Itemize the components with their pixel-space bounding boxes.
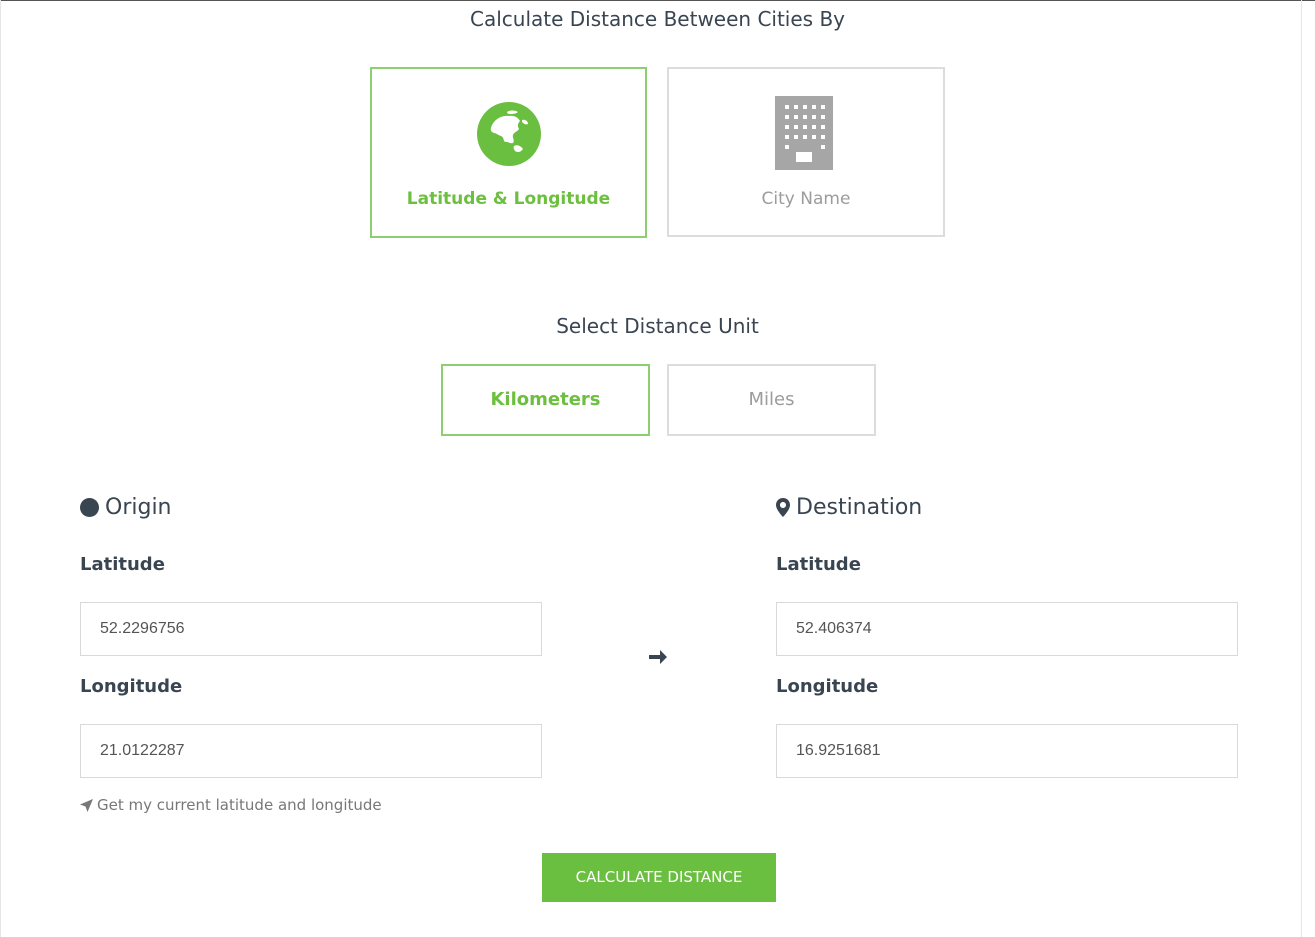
circle-icon: [80, 498, 99, 517]
origin-latitude-input[interactable]: 52.2296756: [80, 602, 542, 656]
origin-latitude-label: Latitude: [80, 554, 165, 575]
get-current-location-label: Get my current latitude and longitude: [97, 796, 382, 814]
get-current-location-link[interactable]: Get my current latitude and longitude: [80, 796, 382, 814]
method-latitude-longitude-card[interactable]: Latitude & Longitude: [370, 67, 647, 238]
window-top-border: [0, 0, 1315, 1]
destination-heading: Destination: [776, 495, 922, 520]
unit-miles-button[interactable]: Miles: [667, 364, 876, 436]
arrow-right-icon: [649, 650, 667, 664]
destination-latitude-input[interactable]: 52.406374: [776, 602, 1238, 656]
method-city-name-label: City Name: [761, 189, 851, 209]
location-arrow-icon: [80, 798, 93, 812]
method-latitude-longitude-label: Latitude & Longitude: [406, 189, 611, 209]
origin-longitude-label: Longitude: [80, 676, 183, 697]
destination-heading-label: Destination: [796, 495, 923, 520]
page-right-border: [1301, 0, 1302, 937]
method-city-name-card[interactable]: City Name: [667, 67, 945, 237]
origin-longitude-input[interactable]: 21.0122287: [80, 724, 542, 778]
calculate-distance-button[interactable]: CALCULATE DISTANCE: [542, 853, 776, 902]
destination-latitude-label: Latitude: [776, 554, 861, 575]
map-marker-icon: [776, 498, 790, 517]
unit-section-title: Select Distance Unit: [556, 314, 759, 338]
building-icon: [775, 96, 833, 170]
origin-heading: Origin: [80, 495, 172, 520]
unit-kilometers-button[interactable]: Kilometers: [441, 364, 650, 436]
destination-longitude-input[interactable]: 16.9251681: [776, 724, 1238, 778]
destination-longitude-label: Longitude: [776, 676, 879, 697]
origin-heading-label: Origin: [105, 495, 172, 520]
globe-icon: [477, 102, 541, 166]
page-title: Calculate Distance Between Cities By: [470, 7, 845, 31]
page-left-border: [0, 0, 1, 937]
